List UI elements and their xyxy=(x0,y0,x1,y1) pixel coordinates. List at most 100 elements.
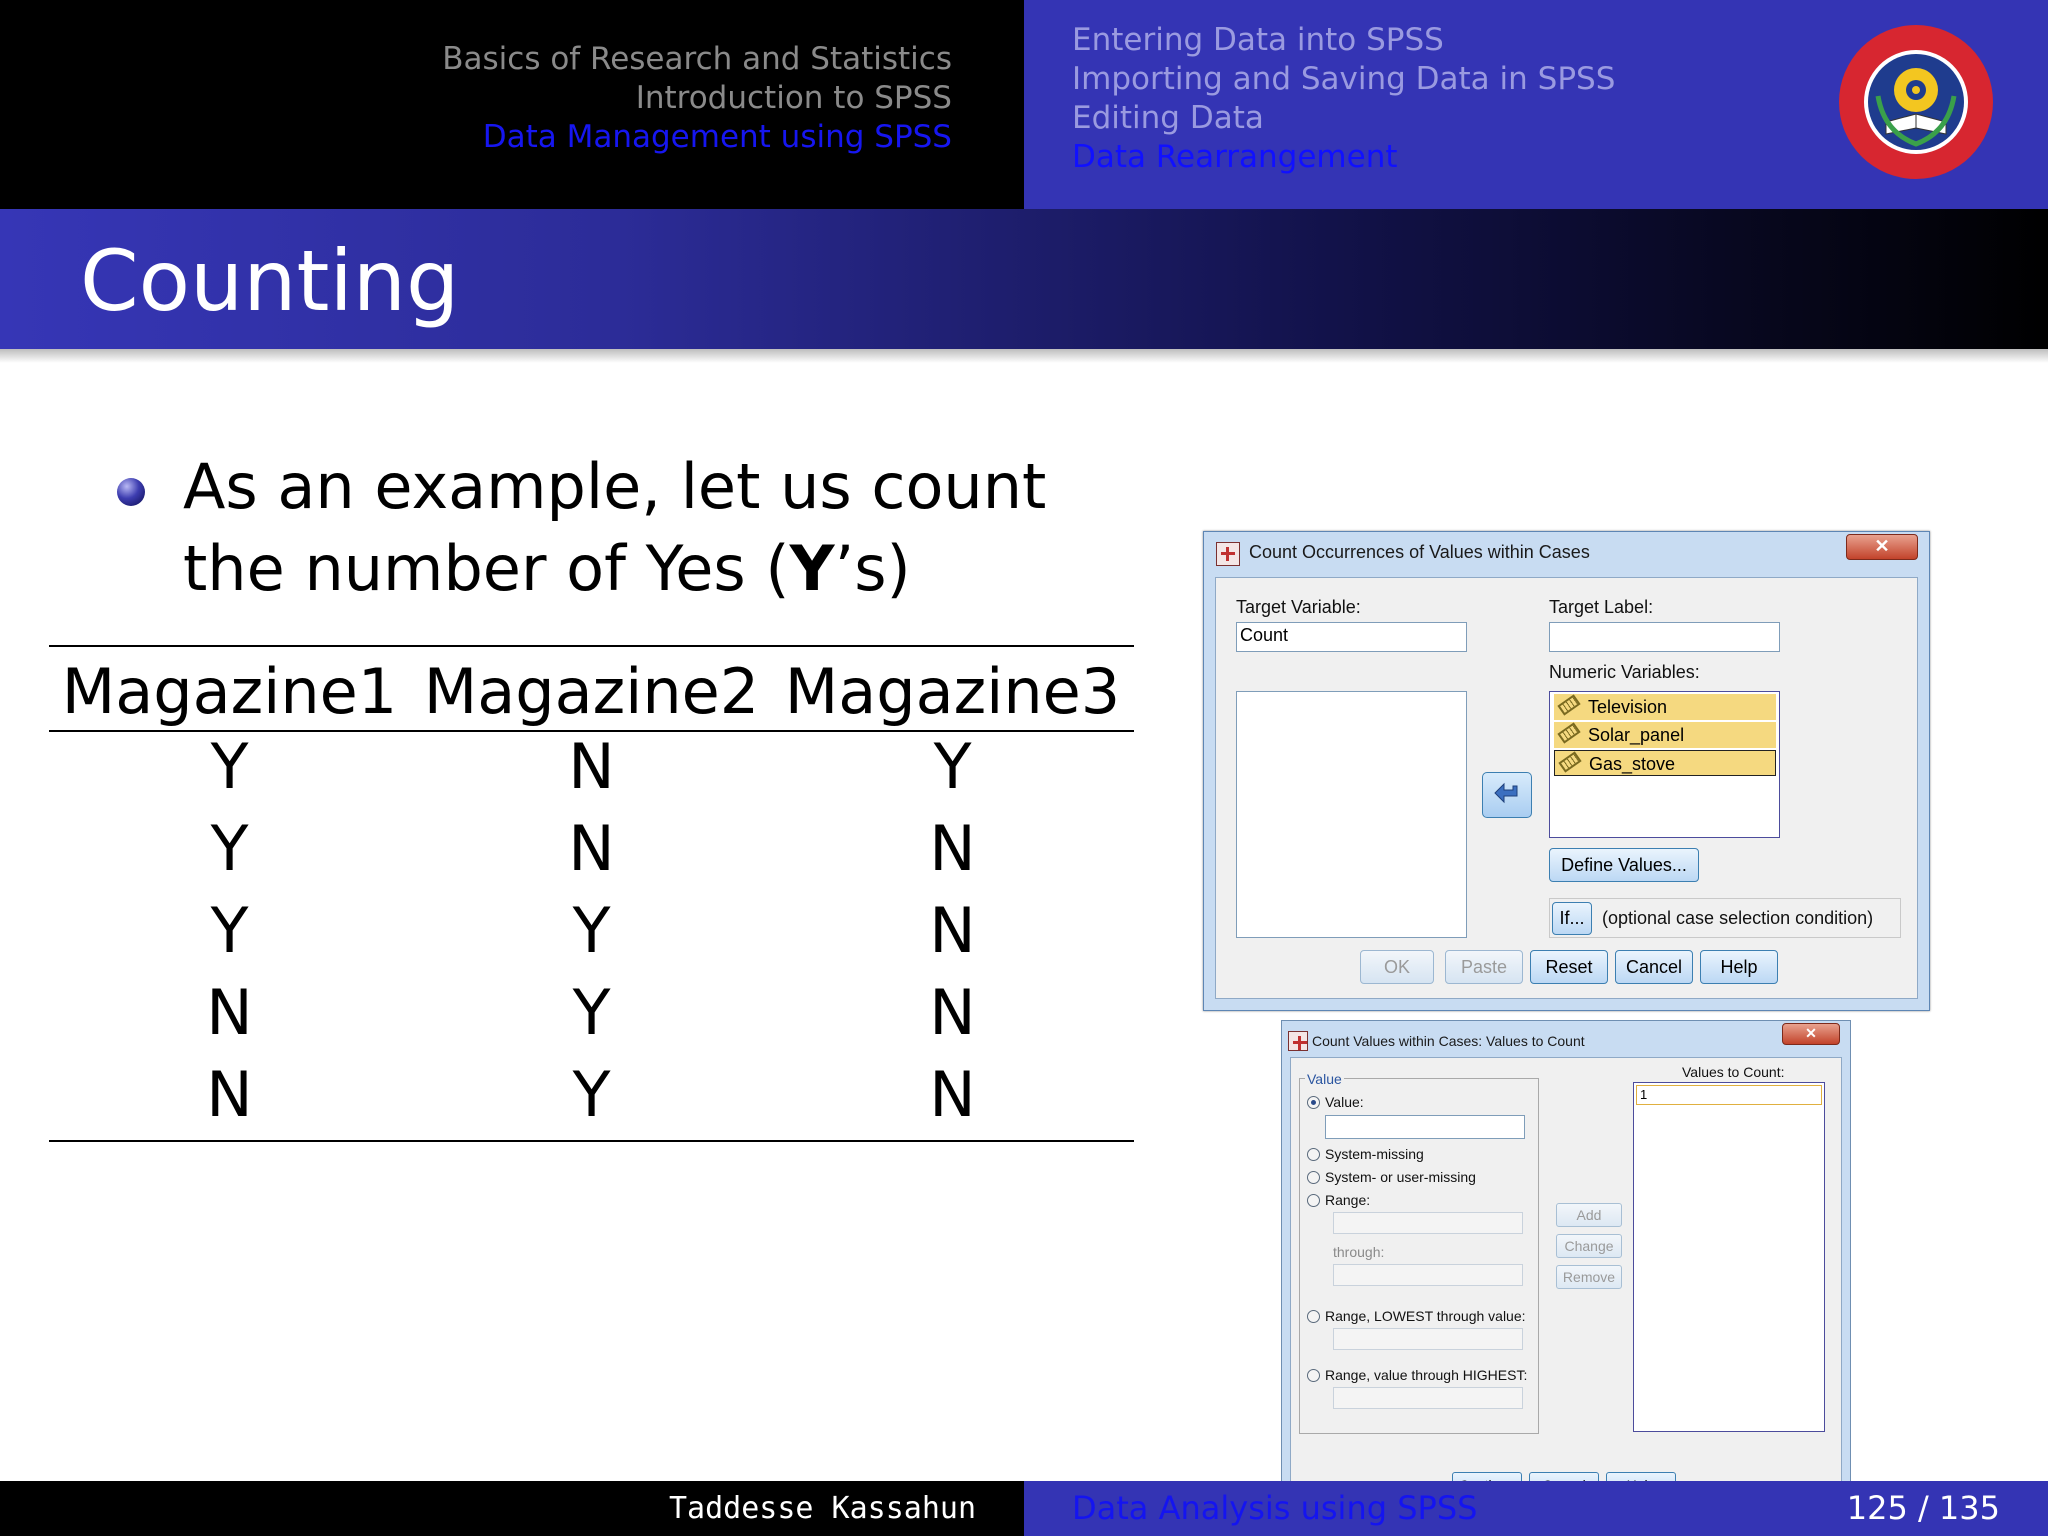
values-to-count-list[interactable]: 1 xyxy=(1633,1082,1825,1432)
nav-section-data-management[interactable]: Data Management using SPSS xyxy=(442,118,952,157)
range-highest-label: Range, value through HIGHEST: xyxy=(1325,1367,1528,1383)
system-missing-label: System-missing xyxy=(1325,1146,1424,1162)
nav-sub-editing-data[interactable]: Editing Data xyxy=(1072,99,1615,138)
footer-page-number: 125 / 135 xyxy=(1846,1489,2000,1527)
table-cell: Y xyxy=(933,730,972,803)
add-button[interactable]: Add xyxy=(1556,1203,1622,1227)
nav-sub-importing-saving[interactable]: Importing and Saving Data in SPSS xyxy=(1072,60,1615,99)
values-to-count-label: Values to Count: xyxy=(1682,1064,1785,1080)
table-cell: N xyxy=(206,1058,253,1131)
value-input[interactable] xyxy=(1325,1115,1525,1139)
help-button[interactable]: Help xyxy=(1700,950,1778,984)
target-label-input[interactable] xyxy=(1549,622,1780,652)
list-item-label: Gas_stove xyxy=(1589,754,1676,774)
nav-sub-data-rearrangement[interactable]: Data Rearrangement xyxy=(1072,138,1615,177)
value-radio[interactable] xyxy=(1307,1096,1320,1109)
footer-author-panel: Taddesse Kassahun xyxy=(0,1481,1024,1536)
nav-sub-entering-data[interactable]: Entering Data into SPSS xyxy=(1072,21,1615,60)
target-label-label: Target Label: xyxy=(1549,597,1654,617)
system-or-user-missing-radio[interactable] xyxy=(1307,1171,1320,1184)
title-shadow xyxy=(0,349,2048,363)
table-bottom-rule xyxy=(49,1140,1134,1142)
scale-variable-icon xyxy=(1557,722,1581,744)
target-variable-label: Target Variable: xyxy=(1236,597,1361,617)
slide-title: Counting xyxy=(80,232,460,330)
list-item[interactable]: 1 xyxy=(1636,1085,1822,1105)
cancel-button[interactable]: Cancel xyxy=(1615,950,1693,984)
table-cell: Y xyxy=(572,976,611,1049)
range-label: Range: xyxy=(1325,1192,1371,1208)
dialog-titlebar[interactable]: Count Occurrences of Values within Cases… xyxy=(1204,532,1929,572)
bullet-text-bold: Y xyxy=(789,532,835,605)
source-variable-list[interactable] xyxy=(1236,691,1467,938)
footer-author: Taddesse Kassahun xyxy=(668,1491,976,1526)
spss-dialog-icon xyxy=(1216,542,1240,566)
ok-button[interactable]: OK xyxy=(1360,950,1434,984)
table-cell: Y xyxy=(210,730,249,803)
close-icon[interactable]: ✕ xyxy=(1846,534,1918,560)
system-missing-radio[interactable] xyxy=(1307,1148,1320,1161)
range-lowest-radio[interactable] xyxy=(1307,1310,1320,1323)
range-lowest-label: Range, LOWEST through value: xyxy=(1325,1308,1526,1324)
numeric-variables-list[interactable]: Television Solar_panel Gas_stove xyxy=(1549,691,1780,838)
if-button[interactable]: If... xyxy=(1552,902,1592,935)
reset-button[interactable]: Reset xyxy=(1530,950,1608,984)
table-cell: N xyxy=(929,894,976,967)
bullet-text: As an example, let us count the number o… xyxy=(183,446,1103,610)
system-or-user-missing-label: System- or user-missing xyxy=(1325,1169,1476,1185)
values-to-count-dialog: Count Values within Cases: Values to Cou… xyxy=(1281,1020,1851,1529)
range-highest-input[interactable] xyxy=(1333,1387,1523,1409)
table-header-cell: Magazine1 xyxy=(61,655,398,728)
header-subsections-panel: Entering Data into SPSS Importing and Sa… xyxy=(1024,0,2048,209)
paste-button[interactable]: Paste xyxy=(1445,950,1523,984)
footer-title-panel: Data Analysis using SPSS 125 / 135 xyxy=(1024,1481,2048,1536)
remove-button[interactable]: Remove xyxy=(1556,1265,1622,1289)
close-icon[interactable]: ✕ xyxy=(1782,1023,1840,1045)
change-button[interactable]: Change xyxy=(1556,1234,1622,1258)
arrow-left-icon xyxy=(1494,782,1518,804)
bullet-text-start: As an example, let us count the number o… xyxy=(183,450,1047,605)
table-cell: N xyxy=(568,812,615,885)
subsection-nav: Entering Data into SPSS Importing and Sa… xyxy=(1072,21,1615,177)
header-sections-panel: Basics of Research and Statistics Introd… xyxy=(0,0,1024,209)
table-cell: Y xyxy=(210,894,249,967)
value-group-title: Value xyxy=(1305,1071,1344,1087)
table-cell: N xyxy=(206,976,253,1049)
count-occurrences-dialog: Count Occurrences of Values within Cases… xyxy=(1203,531,1930,1011)
dialog-title: Count Values within Cases: Values to Cou… xyxy=(1312,1033,1585,1049)
nav-section-intro-spss[interactable]: Introduction to SPSS xyxy=(442,79,952,118)
table-header-cell: Magazine3 xyxy=(784,655,1121,728)
range-from-input[interactable] xyxy=(1333,1212,1523,1234)
slide-title-bar: Counting xyxy=(0,209,2048,349)
list-item[interactable]: Solar_panel xyxy=(1554,722,1776,748)
dialog-body: Target Variable: Count Target Label: Num… xyxy=(1215,577,1918,999)
list-item[interactable]: Gas_stove xyxy=(1554,750,1776,776)
range-highest-radio[interactable] xyxy=(1307,1369,1320,1382)
range-to-input[interactable] xyxy=(1333,1264,1523,1286)
table-cell: N xyxy=(929,1058,976,1131)
section-nav: Basics of Research and Statistics Introd… xyxy=(442,40,952,157)
table-cell: Y xyxy=(210,812,249,885)
value-radio-label: Value: xyxy=(1325,1094,1364,1110)
dialog-body: Value Value: System-missing System- or u… xyxy=(1290,1057,1842,1529)
nav-section-basics[interactable]: Basics of Research and Statistics xyxy=(442,40,952,79)
target-variable-input[interactable]: Count xyxy=(1236,622,1467,652)
list-item-label: Solar_panel xyxy=(1588,725,1685,745)
addis-ababa-university-seal-icon xyxy=(1839,25,1993,179)
numeric-variables-label: Numeric Variables: xyxy=(1549,662,1700,682)
table-cell: N xyxy=(929,812,976,885)
table-header-cell: Magazine2 xyxy=(423,655,760,728)
table-cell: Y xyxy=(572,894,611,967)
if-condition-text: (optional case selection condition) xyxy=(1602,908,1874,928)
table-top-rule xyxy=(49,645,1134,647)
table-cell: Y xyxy=(572,1058,611,1131)
move-variable-button[interactable] xyxy=(1482,772,1532,818)
list-item[interactable]: Television xyxy=(1554,694,1776,720)
list-item-label: Television xyxy=(1588,697,1668,717)
range-lowest-input[interactable] xyxy=(1333,1328,1523,1350)
bullet-icon xyxy=(117,478,145,506)
dialog-title: Count Occurrences of Values within Cases xyxy=(1249,542,1590,562)
range-radio[interactable] xyxy=(1307,1194,1320,1207)
table-cell: N xyxy=(568,730,615,803)
define-values-button[interactable]: Define Values... xyxy=(1549,848,1699,882)
